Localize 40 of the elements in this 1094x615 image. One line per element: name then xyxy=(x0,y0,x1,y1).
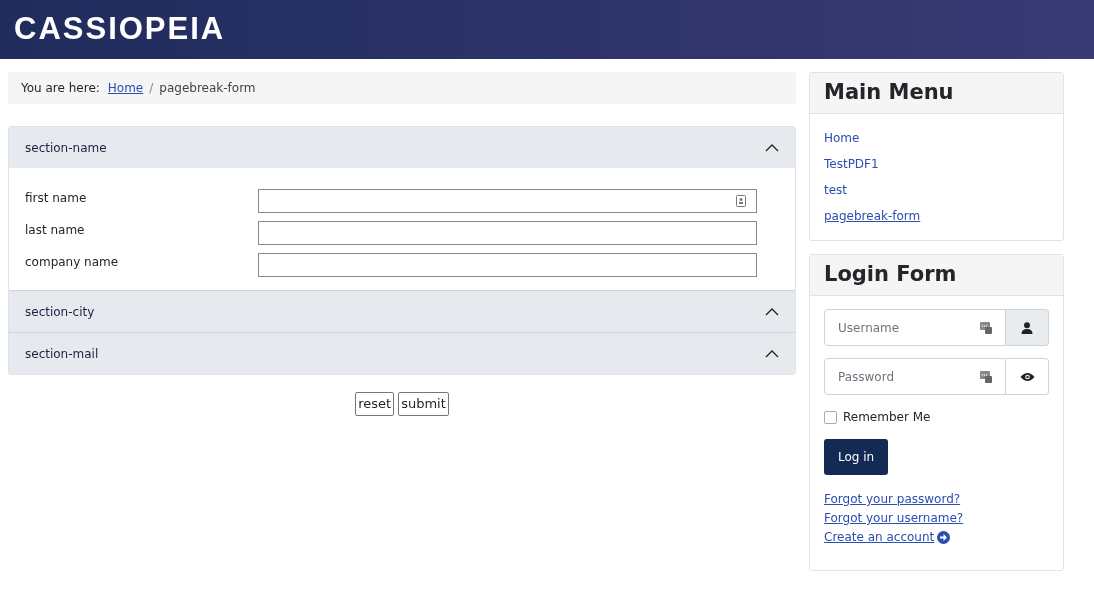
section-header[interactable]: section-name xyxy=(9,127,795,168)
chevron-icon xyxy=(765,307,779,316)
login-button[interactable]: Log in xyxy=(824,439,889,475)
breadcrumb-separator: / xyxy=(149,80,154,97)
password-field[interactable]: Password xyxy=(824,358,1006,395)
form-button[interactable]: reset xyxy=(355,392,395,416)
field-label: last name xyxy=(25,222,86,239)
section-header[interactable]: section-mail xyxy=(9,333,795,374)
account-link[interactable]: Forgot your password? xyxy=(824,490,961,508)
field-label: first name xyxy=(25,190,88,207)
menu-link[interactable]: test xyxy=(824,181,848,200)
card-title: Login Form xyxy=(824,261,957,289)
menu-link[interactable]: Home xyxy=(824,129,860,148)
user-icon xyxy=(1021,321,1033,334)
menu-link[interactable]: pagebreak-form xyxy=(824,207,921,226)
arrow-circle-icon xyxy=(937,530,951,544)
text-input[interactable] xyxy=(258,253,757,277)
breadcrumb-link[interactable]: Home xyxy=(107,79,144,97)
form-button[interactable]: submit xyxy=(398,392,449,416)
remember-checkbox[interactable] xyxy=(824,410,837,424)
section-header[interactable]: section-city xyxy=(9,291,795,332)
password-manager-icon[interactable] xyxy=(980,321,992,334)
chevron-icon xyxy=(765,349,779,358)
breadcrumb-label: You are here: xyxy=(21,80,100,97)
text-input[interactable] xyxy=(258,189,757,213)
field-label: company name xyxy=(25,254,120,271)
chevron-icon xyxy=(765,143,779,152)
account-link[interactable]: Create an account xyxy=(824,528,951,546)
eye-icon xyxy=(1019,371,1035,382)
text-input[interactable] xyxy=(258,221,757,245)
card-title: Main Menu xyxy=(824,79,954,107)
contact-card-icon[interactable] xyxy=(736,195,746,207)
username-field[interactable]: Username xyxy=(824,309,1006,346)
password-manager-icon[interactable] xyxy=(980,370,992,383)
breadcrumb-current: pagebreak-form xyxy=(159,80,256,97)
remember-label: Remember Me xyxy=(843,409,931,426)
show-password-button[interactable] xyxy=(1006,358,1049,395)
account-link[interactable]: Forgot your username? xyxy=(824,509,964,527)
menu-link[interactable]: TestPDF1 xyxy=(824,155,879,174)
site-logo[interactable]: CASSIOPEIA xyxy=(14,6,226,53)
